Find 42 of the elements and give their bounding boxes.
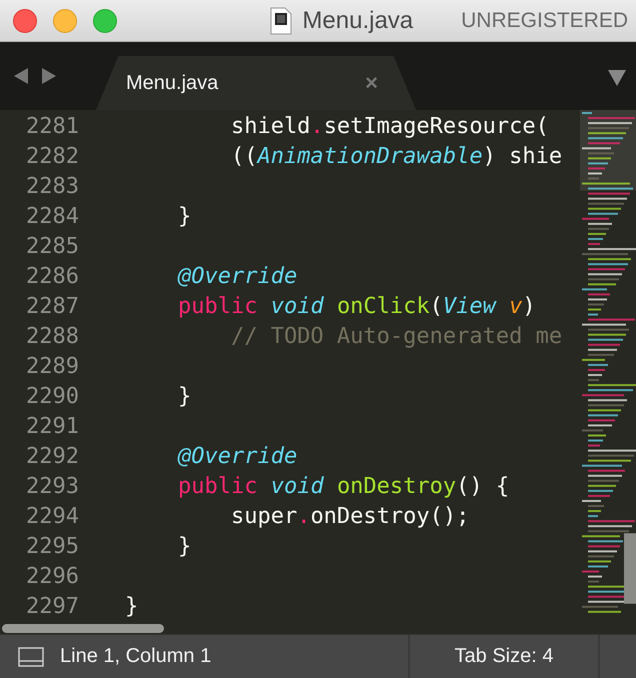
tab-size-selector[interactable]: Tab Size: 4: [454, 645, 554, 668]
code-line: }: [176, 203, 192, 231]
line-number: 2289: [25, 353, 80, 381]
forward-arrow-icon[interactable]: [42, 68, 56, 84]
code-line: @Override: [176, 263, 298, 291]
maximize-button[interactable]: [93, 8, 117, 32]
line-number: 2282: [25, 143, 80, 171]
line-number: 2286: [25, 263, 80, 291]
line-number: 2292: [25, 443, 80, 471]
close-button[interactable]: [13, 8, 37, 32]
line-number: 2295: [25, 533, 80, 561]
line-number: 2291: [25, 413, 80, 441]
code-line: public void onDestroy() {: [176, 473, 510, 501]
line-number: 2285: [25, 233, 80, 261]
line-number: 2283: [25, 173, 80, 201]
panel-icon[interactable]: [18, 646, 44, 666]
unregistered-label: UNREGISTERED: [461, 8, 629, 32]
line-number: 2293: [25, 473, 80, 501]
code-line: // TODO Auto-generated me: [230, 323, 564, 351]
line-number: 2287: [25, 293, 80, 321]
line-number: 2288: [25, 323, 80, 351]
line-number: 2296: [25, 563, 80, 591]
window-title: Menu.java: [302, 6, 414, 34]
code-line: public void onClick(View v): [176, 293, 537, 321]
line-number: 2294: [25, 503, 80, 531]
file-tab[interactable]: Menu.java ×: [96, 56, 416, 110]
line-number: 2284: [25, 203, 80, 231]
code-line: shield.setImageResource(: [230, 113, 550, 141]
back-arrow-icon[interactable]: [14, 68, 28, 84]
code-line: @Override: [176, 443, 298, 471]
line-number: 2290: [25, 383, 80, 411]
code-line: }: [125, 593, 140, 621]
code-line: super.onDestroy();: [230, 503, 470, 531]
code-line: }: [176, 533, 192, 561]
line-number: 2297: [25, 593, 80, 621]
cursor-position: Line 1, Column 1: [60, 645, 212, 668]
file-icon: [270, 6, 292, 34]
scrollbar-thumb[interactable]: [2, 624, 164, 633]
code-line: ((AnimationDrawable) shie: [230, 143, 564, 171]
line-number: 2281: [25, 113, 80, 141]
dropdown-triangle-icon[interactable]: [608, 70, 626, 86]
code-line: }: [176, 383, 192, 411]
